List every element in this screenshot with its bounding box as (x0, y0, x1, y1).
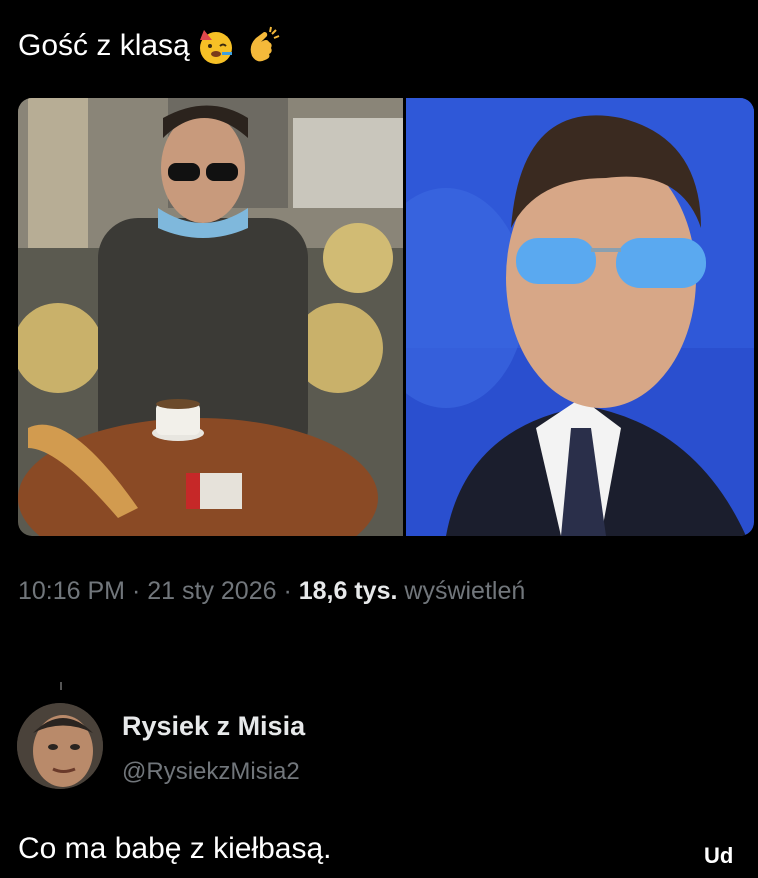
truncated-text: Ud (704, 843, 734, 868)
meta-separator: · (283, 577, 299, 605)
photo-davos[interactable] (406, 98, 754, 536)
tweet-text-content: Gość z klasą (18, 29, 190, 62)
photo-cafe-image (18, 98, 403, 536)
tweet-meta: 10:16 PM · 21 sty 2026 · 18,6 tys. wyświ… (18, 577, 525, 606)
clapping-hands-icon (250, 26, 280, 62)
avatar-image (17, 703, 103, 789)
tweet-text: Gość z klasą (18, 26, 282, 66)
reply-author-handle[interactable]: @RysiekzMisia2 (122, 758, 300, 786)
reply-author-name[interactable]: Rysiek z Misia (122, 711, 305, 742)
avatar[interactable] (17, 703, 103, 789)
views-count: 18,6 tys. (298, 577, 398, 605)
tweet-media[interactable] (18, 98, 754, 536)
reply-text: Co ma babę z kiełbasą. (18, 832, 332, 865)
tweet-date[interactable]: 21 sty 2026 (147, 577, 276, 605)
tweet-time[interactable]: 10:16 PM (18, 577, 125, 605)
photo-davos-image (406, 98, 754, 536)
thread-line (60, 682, 62, 690)
partying-face-icon (199, 30, 232, 64)
photo-cafe[interactable] (18, 98, 403, 536)
meta-separator: · (131, 577, 148, 605)
views-label: wyświetleń (404, 577, 526, 605)
